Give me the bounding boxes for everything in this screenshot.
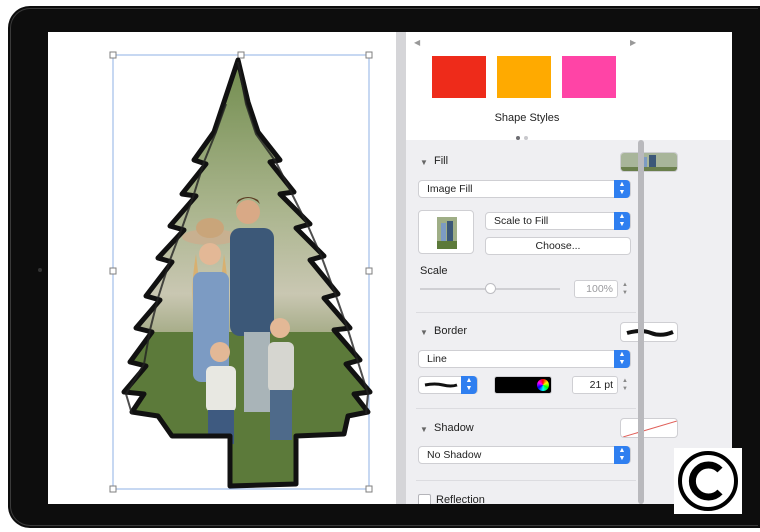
page-dot[interactable] <box>524 136 528 140</box>
scale-mode-popup[interactable]: Scale to Fill ▲ ▼ <box>485 212 631 230</box>
panel-scrollbar[interactable] <box>638 140 644 504</box>
border-width-field[interactable]: 21 pt <box>572 376 618 394</box>
style-swatch-red[interactable] <box>432 56 486 98</box>
shadow-type-value: No Shadow <box>427 449 482 461</box>
fill-type-value: Image Fill <box>427 183 473 195</box>
border-disclosure-icon[interactable]: ▼ <box>420 328 428 337</box>
camera-dot <box>38 268 42 272</box>
scale-label: Scale <box>420 265 448 277</box>
shadow-section-title[interactable]: Shadow <box>434 422 474 434</box>
border-type-popup[interactable]: Line ▲ ▼ <box>418 350 631 368</box>
stepper-up-icon[interactable]: ▲ <box>622 282 628 288</box>
shadow-type-popup[interactable]: No Shadow ▲ ▼ <box>418 446 631 464</box>
popup-chevron-icon: ▲ ▼ <box>614 446 630 464</box>
style-swatch-orange[interactable] <box>497 56 551 98</box>
shadow-disclosure-icon[interactable]: ▼ <box>420 425 428 434</box>
border-preview-thumbnail[interactable] <box>620 322 678 342</box>
shape-styles-section: ◀ ▶ Shape Styles <box>406 32 732 140</box>
styles-prev-arrow-icon[interactable]: ◀ <box>414 38 420 47</box>
scale-stepper[interactable]: ▲ ▼ <box>620 281 630 299</box>
document-canvas[interactable] <box>48 32 396 504</box>
page-dots[interactable] <box>516 127 532 145</box>
section-separator <box>416 312 636 313</box>
border-width-stepper[interactable]: ▲ ▼ <box>620 377 630 395</box>
reflection-checkbox[interactable] <box>418 494 431 504</box>
fill-disclosure-icon[interactable]: ▼ <box>420 158 428 167</box>
reflection-label[interactable]: Reflection <box>436 494 485 504</box>
copyright-watermark <box>674 448 742 514</box>
fill-type-popup[interactable]: Image Fill ▲ ▼ <box>418 180 631 198</box>
popup-chevron-icon: ▲ ▼ <box>614 350 630 368</box>
image-fill-thumbnail[interactable] <box>418 210 474 254</box>
border-color-well[interactable] <box>494 376 552 394</box>
panel-divider <box>396 32 406 504</box>
format-panel: ◀ ▶ Shape Styles ▼ Fill Image Fill ▲ ▼ Sc… <box>406 32 732 504</box>
style-swatch-pink[interactable] <box>562 56 616 98</box>
stepper-up-icon[interactable]: ▲ <box>622 378 628 384</box>
scale-value-field[interactable]: 100% <box>574 280 618 298</box>
brush-stroke-icon <box>424 382 458 388</box>
shadow-preview-thumbnail[interactable] <box>620 418 678 438</box>
section-separator <box>416 408 636 409</box>
popup-chevron-icon: ▲ ▼ <box>614 212 630 230</box>
scale-slider-knob[interactable] <box>484 283 496 294</box>
scale-mode-value: Scale to Fill <box>494 215 549 227</box>
border-section-title[interactable]: Border <box>434 325 467 337</box>
choose-image-button[interactable]: Choose... <box>485 237 631 255</box>
fill-section-title[interactable]: Fill <box>434 155 448 167</box>
brush-style-popup[interactable]: ▲ ▼ <box>418 376 478 394</box>
section-separator <box>416 480 636 481</box>
stepper-down-icon[interactable]: ▼ <box>622 290 628 296</box>
popup-chevron-icon: ▲ ▼ <box>461 376 477 394</box>
fill-preview-thumbnail[interactable] <box>620 152 678 172</box>
tree-shape-image[interactable] <box>48 32 396 504</box>
border-type-value: Line <box>427 353 447 365</box>
styles-next-arrow-icon[interactable]: ▶ <box>630 38 636 47</box>
popup-chevron-icon: ▲ ▼ <box>614 180 630 198</box>
color-wheel-icon[interactable] <box>537 379 549 391</box>
ipad-screen: ◀ ▶ Shape Styles ▼ Fill Image Fill ▲ ▼ Sc… <box>48 32 732 504</box>
copyright-icon <box>678 451 738 511</box>
shape-styles-label: Shape Styles <box>494 112 560 124</box>
stepper-down-icon[interactable]: ▼ <box>622 386 628 392</box>
page-dot-active[interactable] <box>516 136 520 140</box>
